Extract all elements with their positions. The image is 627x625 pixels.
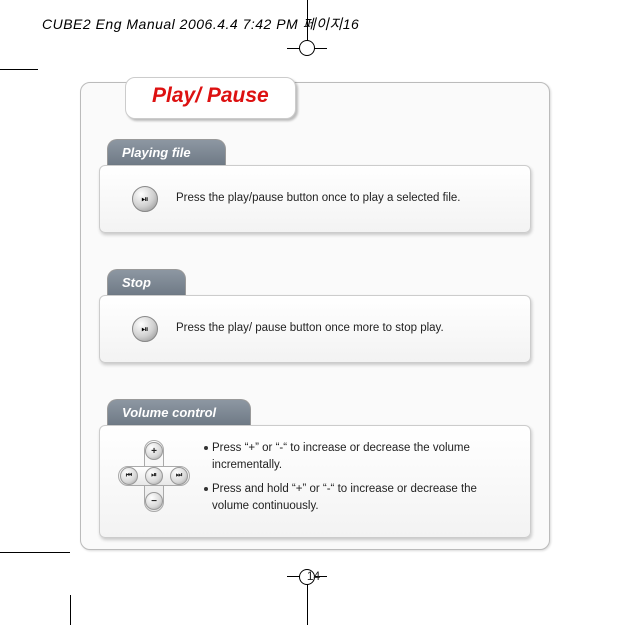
page-number: 14 [307,569,320,583]
dpad-plus-icon: + [145,442,163,460]
dpad-minus-icon: − [145,492,163,510]
dpad-control-icon: + − ⏮ ⏭ ⏯ [118,440,190,512]
section-label: Volume control [107,399,251,425]
dpad-play-icon: ⏯ [145,467,163,485]
list-item: Press “+” or “-“ to increase or decrease… [204,440,516,473]
manual-page: Play/ Pause Playing file ⏯ Press the pla… [80,82,550,550]
play-pause-icon: ⏯ [132,316,158,342]
play-pause-icon: ⏯ [132,186,158,212]
section-body: ⏯ Press the play/ pause button once more… [99,295,531,363]
bullet-text: Press “+” or “-“ to increase or decrease… [212,440,516,473]
list-item: Press and hold “+” or “-“ to increase or… [204,481,516,514]
section-stop: Stop ⏯ Press the play/ pause button once… [99,269,531,363]
section-label: Stop [107,269,186,295]
section-volume-control: Volume control + − ⏮ ⏭ ⏯ Press “+” or “-… [99,399,531,538]
dpad-next-icon: ⏭ [170,467,188,485]
dpad-prev-icon: ⏮ [120,467,138,485]
crop-mark [0,552,70,553]
crop-mark [0,69,38,70]
crop-mark [299,40,315,56]
section-text: Press the play/ pause button once more t… [176,321,444,337]
section-label: Playing file [107,139,226,165]
page-title-tab: Play/ Pause [125,77,296,119]
bullet-text: Press and hold “+” or “-“ to increase or… [212,481,516,514]
section-playing-file: Playing file ⏯ Press the play/pause butt… [99,139,531,233]
section-body: + − ⏮ ⏭ ⏯ Press “+” or “-“ to increase o… [99,425,531,538]
bullet-list: Press “+” or “-“ to increase or decrease… [204,440,516,523]
bullet-icon [204,487,208,491]
crop-mark [70,595,71,625]
doc-header: CUBE2 Eng Manual 2006.4.4 7:42 PM 페이지16 [42,14,359,34]
section-body: ⏯ Press the play/pause button once to pl… [99,165,531,233]
bullet-icon [204,446,208,450]
page-title: Play/ Pause [152,84,269,107]
section-text: Press the play/pause button once to play… [176,191,461,207]
